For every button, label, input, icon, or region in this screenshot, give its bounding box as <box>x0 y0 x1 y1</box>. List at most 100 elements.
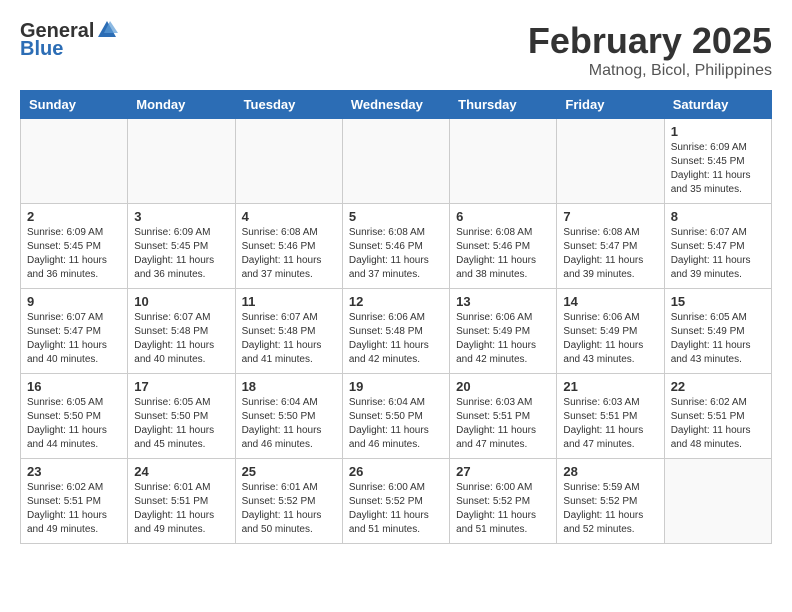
calendar-cell: 5 Sunrise: 6:08 AM Sunset: 5:46 PM Daylig… <box>342 204 449 289</box>
calendar-cell: 8 Sunrise: 6:07 AM Sunset: 5:47 PM Daylig… <box>664 204 771 289</box>
calendar-cell: 7Sunrise: 6:08 AM Sunset: 5:47 PM Daylig… <box>557 204 664 289</box>
logo: General Blue <box>20 20 118 60</box>
calendar-cell: 26Sunrise: 6:00 AM Sunset: 5:52 PM Dayli… <box>342 459 449 544</box>
calendar-cell <box>21 119 128 204</box>
calendar-week-4: 23 Sunrise: 6:02 AM Sunset: 5:51 PM Dayli… <box>21 459 772 544</box>
calendar-cell: 25 Sunrise: 6:01 AM Sunset: 5:52 PM Dayli… <box>235 459 342 544</box>
calendar-cell: 27 Sunrise: 6:00 AM Sunset: 5:52 PM Dayli… <box>450 459 557 544</box>
calendar-cell: 22 Sunrise: 6:02 AM Sunset: 5:51 PM Dayli… <box>664 374 771 459</box>
day-number: 14 <box>563 294 657 309</box>
day-number: 6 <box>456 209 550 224</box>
day-info: Sunrise: 6:05 AM Sunset: 5:50 PM Dayligh… <box>134 396 228 452</box>
day-number: 25 <box>242 464 336 479</box>
logo-blue: Blue <box>20 38 118 60</box>
day-number: 18 <box>242 379 336 394</box>
day-number: 19 <box>349 379 443 394</box>
calendar-cell <box>664 459 771 544</box>
day-number: 27 <box>456 464 550 479</box>
calendar-header-row: SundayMondayTuesdayWednesdayThursdayFrid… <box>21 91 772 119</box>
day-number: 2 <box>27 209 121 224</box>
day-number: 3 <box>134 209 228 224</box>
day-info: Sunrise: 6:09 AM Sunset: 5:45 PM Dayligh… <box>27 226 121 282</box>
day-number: 23 <box>27 464 121 479</box>
calendar-cell: 2 Sunrise: 6:09 AM Sunset: 5:45 PM Daylig… <box>21 204 128 289</box>
day-number: 16 <box>27 379 121 394</box>
calendar-cell: 9 Sunrise: 6:07 AM Sunset: 5:47 PM Daylig… <box>21 289 128 374</box>
day-info: Sunrise: 6:06 AM Sunset: 5:48 PM Dayligh… <box>349 311 443 367</box>
day-info: Sunrise: 6:02 AM Sunset: 5:51 PM Dayligh… <box>27 481 121 537</box>
day-number: 20 <box>456 379 550 394</box>
calendar-table: SundayMondayTuesdayWednesdayThursdayFrid… <box>20 90 772 544</box>
day-number: 5 <box>349 209 443 224</box>
calendar-cell: 1 Sunrise: 6:09 AM Sunset: 5:45 PM Daylig… <box>664 119 771 204</box>
day-info: Sunrise: 6:04 AM Sunset: 5:50 PM Dayligh… <box>349 396 443 452</box>
calendar-cell <box>450 119 557 204</box>
day-number: 10 <box>134 294 228 309</box>
calendar-cell: 24Sunrise: 6:01 AM Sunset: 5:51 PM Dayli… <box>128 459 235 544</box>
day-number: 1 <box>671 124 765 139</box>
day-info: Sunrise: 6:00 AM Sunset: 5:52 PM Dayligh… <box>456 481 550 537</box>
day-number: 12 <box>349 294 443 309</box>
day-number: 28 <box>563 464 657 479</box>
weekday-header-saturday: Saturday <box>664 91 771 119</box>
day-number: 22 <box>671 379 765 394</box>
calendar-cell: 12 Sunrise: 6:06 AM Sunset: 5:48 PM Dayli… <box>342 289 449 374</box>
day-number: 8 <box>671 209 765 224</box>
day-info: Sunrise: 6:07 AM Sunset: 5:47 PM Dayligh… <box>671 226 765 282</box>
calendar-cell: 4 Sunrise: 6:08 AM Sunset: 5:46 PM Daylig… <box>235 204 342 289</box>
day-info: Sunrise: 6:07 AM Sunset: 5:48 PM Dayligh… <box>242 311 336 367</box>
day-info: Sunrise: 6:03 AM Sunset: 5:51 PM Dayligh… <box>456 396 550 452</box>
day-info: Sunrise: 6:07 AM Sunset: 5:47 PM Dayligh… <box>27 311 121 367</box>
day-info: Sunrise: 6:06 AM Sunset: 5:49 PM Dayligh… <box>456 311 550 367</box>
day-info: Sunrise: 6:08 AM Sunset: 5:46 PM Dayligh… <box>242 226 336 282</box>
calendar-cell: 10 Sunrise: 6:07 AM Sunset: 5:48 PM Dayli… <box>128 289 235 374</box>
calendar-cell <box>342 119 449 204</box>
calendar-week-2: 9 Sunrise: 6:07 AM Sunset: 5:47 PM Daylig… <box>21 289 772 374</box>
calendar-cell <box>235 119 342 204</box>
calendar-cell: 18 Sunrise: 6:04 AM Sunset: 5:50 PM Dayli… <box>235 374 342 459</box>
calendar-week-0: 1 Sunrise: 6:09 AM Sunset: 5:45 PM Daylig… <box>21 119 772 204</box>
day-info: Sunrise: 6:08 AM Sunset: 5:46 PM Dayligh… <box>456 226 550 282</box>
calendar-cell <box>557 119 664 204</box>
calendar-cell: 16 Sunrise: 6:05 AM Sunset: 5:50 PM Dayli… <box>21 374 128 459</box>
day-number: 15 <box>671 294 765 309</box>
day-info: Sunrise: 6:01 AM Sunset: 5:52 PM Dayligh… <box>242 481 336 537</box>
calendar-cell: 20 Sunrise: 6:03 AM Sunset: 5:51 PM Dayli… <box>450 374 557 459</box>
page-header: General Blue February 2025 Matnog, Bicol… <box>20 20 772 80</box>
day-info: Sunrise: 6:03 AM Sunset: 5:51 PM Dayligh… <box>563 396 657 452</box>
day-number: 4 <box>242 209 336 224</box>
calendar-cell: 23 Sunrise: 6:02 AM Sunset: 5:51 PM Dayli… <box>21 459 128 544</box>
calendar-cell: 11 Sunrise: 6:07 AM Sunset: 5:48 PM Dayli… <box>235 289 342 374</box>
calendar-cell: 15 Sunrise: 6:05 AM Sunset: 5:49 PM Dayli… <box>664 289 771 374</box>
day-number: 11 <box>242 294 336 309</box>
day-info: Sunrise: 6:09 AM Sunset: 5:45 PM Dayligh… <box>671 141 765 197</box>
day-info: Sunrise: 6:05 AM Sunset: 5:50 PM Dayligh… <box>27 396 121 452</box>
day-number: 9 <box>27 294 121 309</box>
logo-text: General Blue <box>20 20 118 60</box>
calendar-week-3: 16 Sunrise: 6:05 AM Sunset: 5:50 PM Dayli… <box>21 374 772 459</box>
day-info: Sunrise: 6:02 AM Sunset: 5:51 PM Dayligh… <box>671 396 765 452</box>
calendar-cell: 3Sunrise: 6:09 AM Sunset: 5:45 PM Daylig… <box>128 204 235 289</box>
weekday-header-sunday: Sunday <box>21 91 128 119</box>
day-info: Sunrise: 6:01 AM Sunset: 5:51 PM Dayligh… <box>134 481 228 537</box>
calendar-subtitle: Matnog, Bicol, Philippines <box>528 62 772 80</box>
calendar-week-1: 2 Sunrise: 6:09 AM Sunset: 5:45 PM Daylig… <box>21 204 772 289</box>
calendar-cell: 28 Sunrise: 5:59 AM Sunset: 5:52 PM Dayli… <box>557 459 664 544</box>
calendar-cell: 19 Sunrise: 6:04 AM Sunset: 5:50 PM Dayli… <box>342 374 449 459</box>
weekday-header-friday: Friday <box>557 91 664 119</box>
day-info: Sunrise: 6:04 AM Sunset: 5:50 PM Dayligh… <box>242 396 336 452</box>
day-number: 17 <box>134 379 228 394</box>
day-info: Sunrise: 6:06 AM Sunset: 5:49 PM Dayligh… <box>563 311 657 367</box>
day-number: 21 <box>563 379 657 394</box>
day-info: Sunrise: 5:59 AM Sunset: 5:52 PM Dayligh… <box>563 481 657 537</box>
weekday-header-wednesday: Wednesday <box>342 91 449 119</box>
calendar-cell: 14 Sunrise: 6:06 AM Sunset: 5:49 PM Dayli… <box>557 289 664 374</box>
day-info: Sunrise: 6:00 AM Sunset: 5:52 PM Dayligh… <box>349 481 443 537</box>
weekday-header-thursday: Thursday <box>450 91 557 119</box>
weekday-header-monday: Monday <box>128 91 235 119</box>
day-info: Sunrise: 6:05 AM Sunset: 5:49 PM Dayligh… <box>671 311 765 367</box>
day-info: Sunrise: 6:08 AM Sunset: 5:46 PM Dayligh… <box>349 226 443 282</box>
day-info: Sunrise: 6:08 AM Sunset: 5:47 PM Dayligh… <box>563 226 657 282</box>
day-info: Sunrise: 6:07 AM Sunset: 5:48 PM Dayligh… <box>134 311 228 367</box>
title-section: February 2025 Matnog, Bicol, Philippines <box>528 20 772 80</box>
